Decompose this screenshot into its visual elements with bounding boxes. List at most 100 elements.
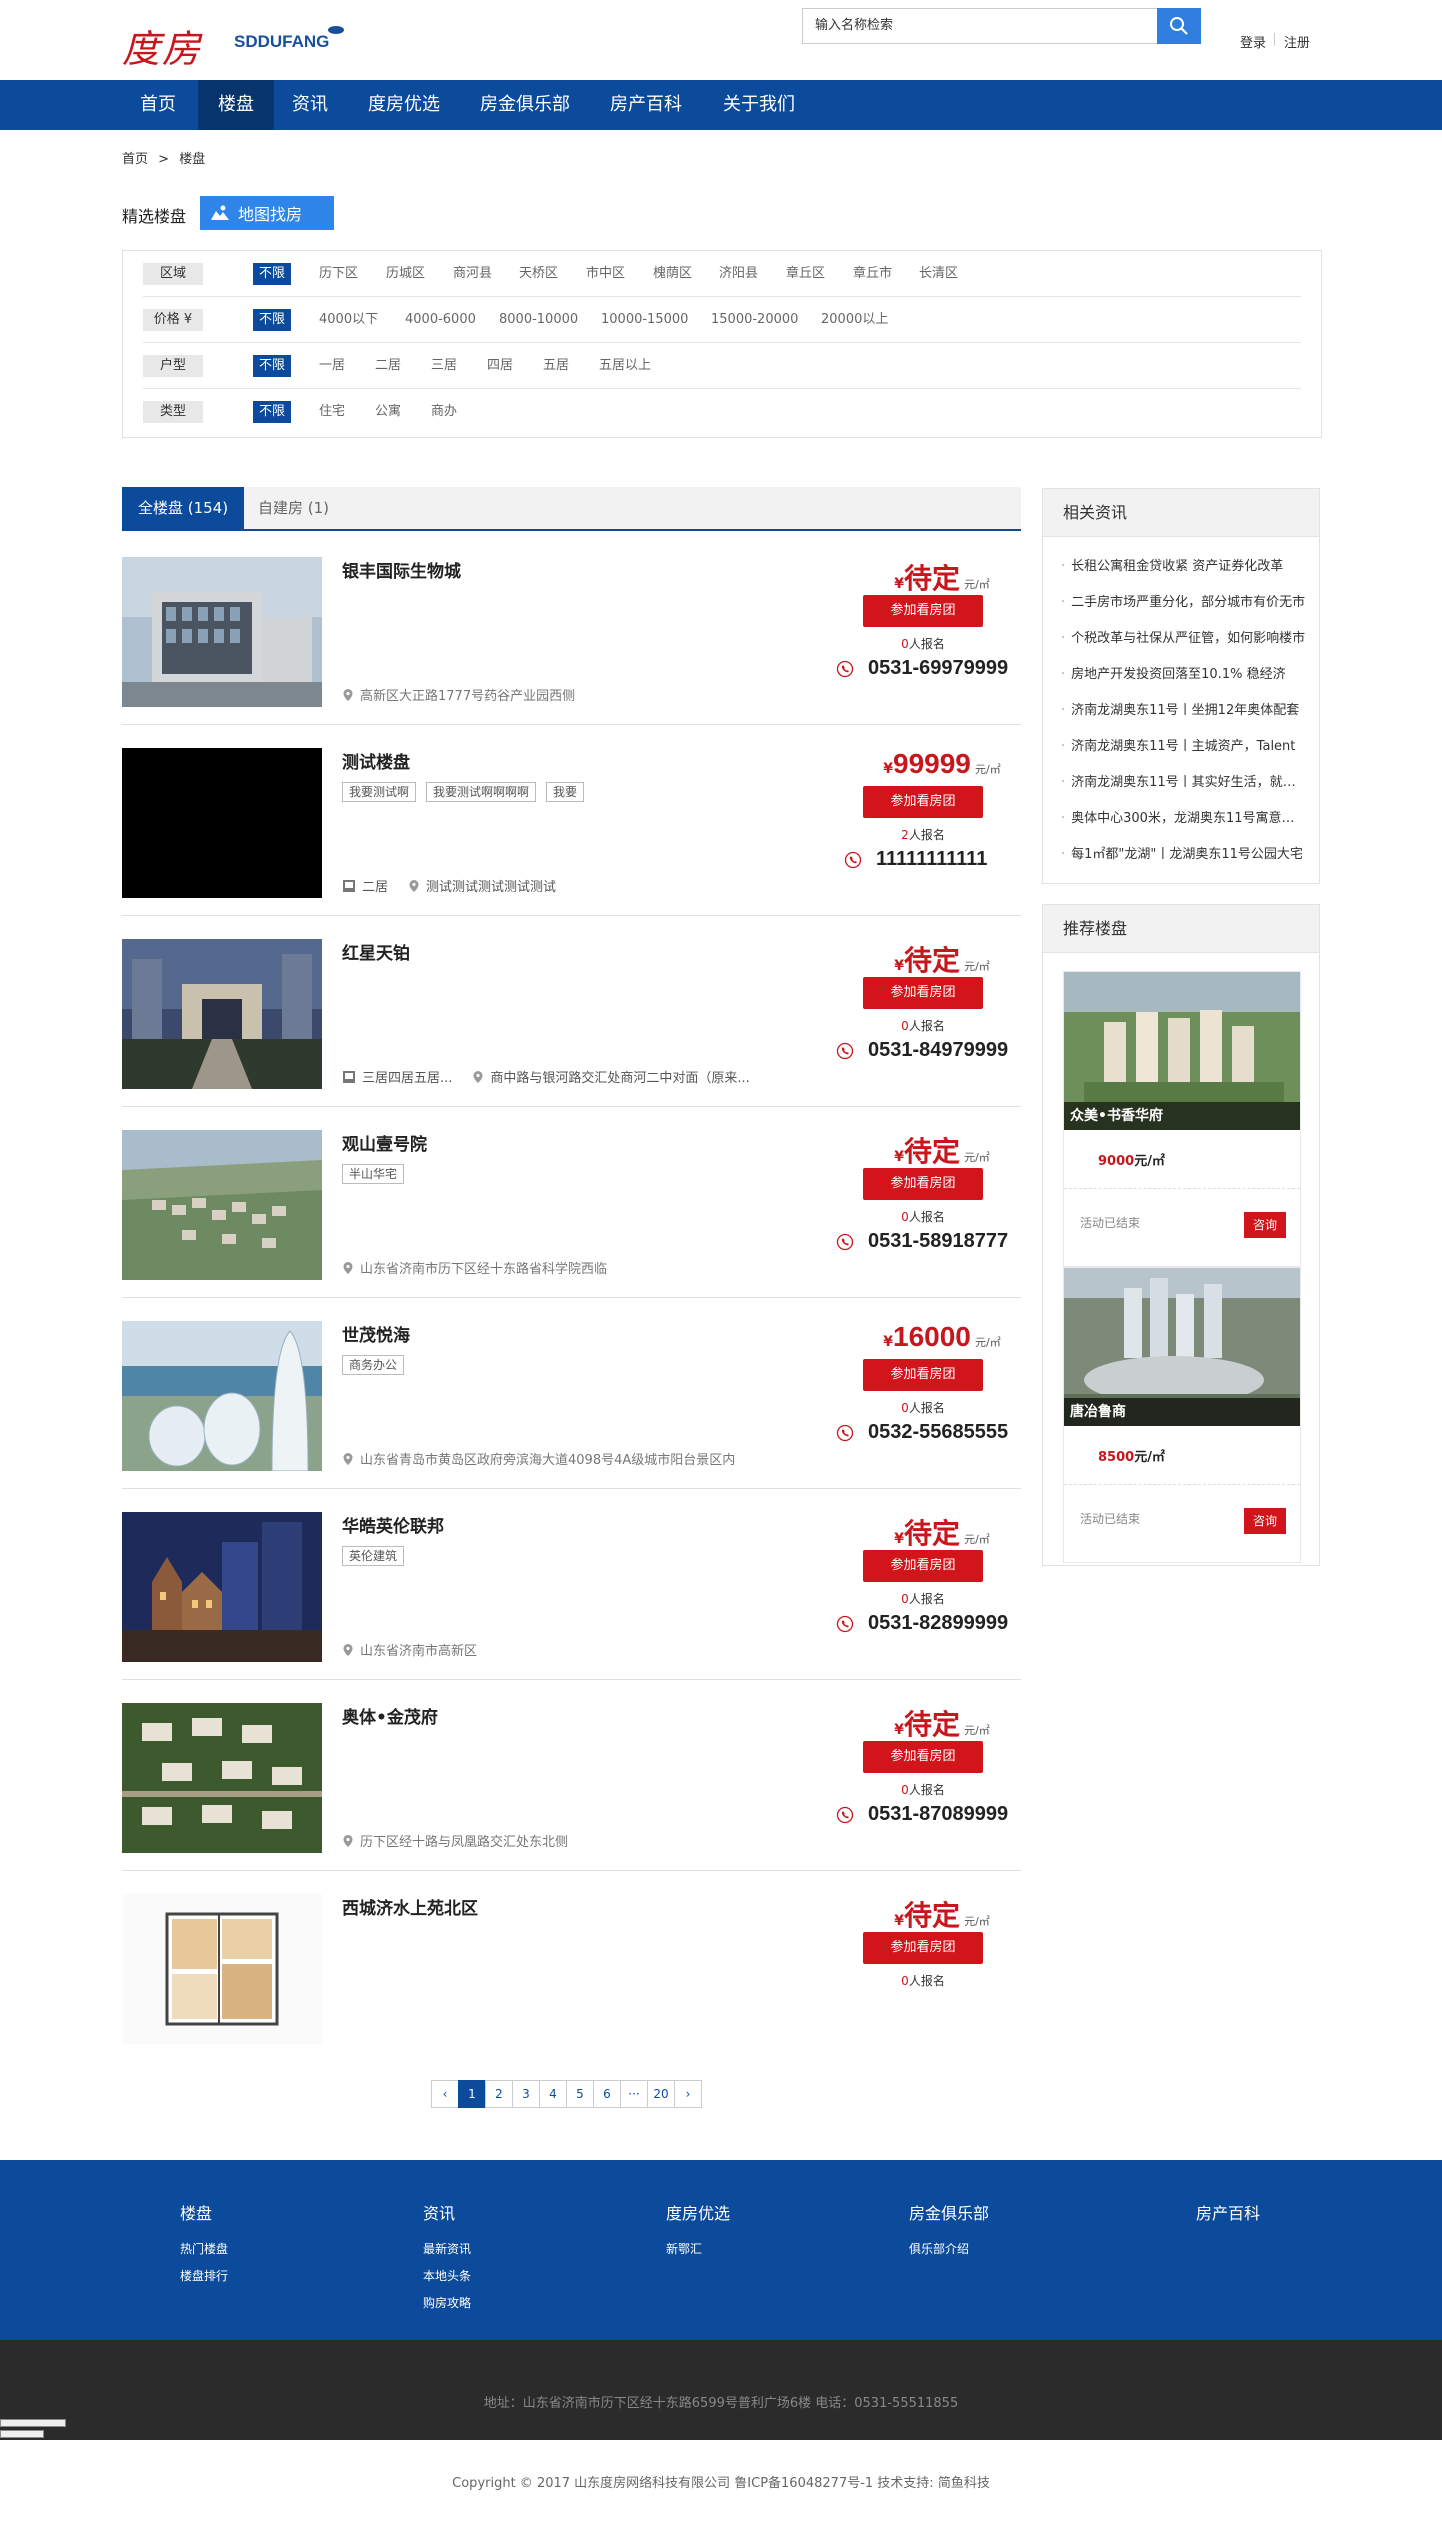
rec-card[interactable]: 唐冶鲁商 8500元/㎡ 活动已结束 咨询 [1063, 1267, 1301, 1563]
footer-heading[interactable]: 资讯 [423, 2200, 471, 2224]
filter-option[interactable]: 二居 [369, 355, 407, 377]
next-page-icon[interactable]: › [674, 2080, 702, 2108]
listing-name[interactable]: 银丰国际生物城 [342, 557, 461, 582]
page-link[interactable]: 20 [647, 2080, 675, 2108]
filter-option[interactable]: 历下区 [313, 263, 364, 285]
filter-option[interactable]: 4000-6000 [399, 309, 482, 331]
filter-option[interactable]: 五居以上 [593, 355, 657, 377]
page-link[interactable]: 1 [458, 2080, 486, 2108]
footer-link[interactable]: 热门楼盘 [180, 2240, 228, 2257]
join-tour-button[interactable]: 参加看房团 [863, 595, 983, 627]
filter-option[interactable]: 市中区 [580, 263, 631, 285]
footer-link[interactable]: 新鄂汇 [666, 2240, 730, 2257]
filter-option[interactable]: 五居 [537, 355, 575, 377]
nav-club[interactable]: 房金俱乐部 [460, 80, 590, 130]
news-item[interactable]: · 济南龙湖奥东11号丨主城资产，Talent [1061, 735, 1306, 754]
listing-image[interactable] [122, 1130, 322, 1280]
footer-heading[interactable]: 度房优选 [666, 2200, 730, 2224]
rec-name[interactable]: 众美•书香华府 [1064, 1102, 1300, 1130]
footer-heading[interactable]: 房金俱乐部 [909, 2200, 989, 2224]
filter-option[interactable]: 天桥区 [513, 263, 564, 285]
news-item[interactable]: · 二手房市场严重分化，部分城市有价无市 [1061, 591, 1306, 610]
prev-page-icon[interactable]: ‹ [431, 2080, 459, 2108]
rec-card[interactable]: 众美•书香华府 9000元/㎡ 活动已结束 咨询 [1063, 971, 1301, 1267]
search-button[interactable] [1157, 8, 1201, 44]
page-link[interactable]: ··· [620, 2080, 648, 2108]
filter-option[interactable]: 一居 [313, 355, 351, 377]
consult-button[interactable]: 咨询 [1244, 1508, 1286, 1534]
listing-name[interactable]: 测试楼盘 [342, 748, 410, 773]
news-item[interactable]: · 房地产开发投资回落至10.1% 稳经济 [1061, 663, 1306, 682]
filter-option[interactable]: 济阳县 [713, 263, 764, 285]
listing-name[interactable]: 奥体•金茂府 [342, 1703, 438, 1728]
listing-image[interactable] [122, 557, 322, 707]
filter-option[interactable]: 4000以下 [313, 309, 384, 331]
listing-name[interactable]: 观山壹号院 [342, 1130, 427, 1155]
nav-wiki[interactable]: 房产百科 [590, 80, 702, 130]
news-item[interactable]: · 济南龙湖奥东11号丨坐拥12年奥体配套 [1061, 699, 1306, 718]
nav-properties[interactable]: 楼盘 [198, 80, 274, 130]
page-link[interactable]: 2 [485, 2080, 513, 2108]
page-link[interactable]: 3 [512, 2080, 540, 2108]
map-search-button[interactable]: 地图找房 [200, 196, 334, 230]
join-tour-button[interactable]: 参加看房团 [863, 1550, 983, 1582]
register-link[interactable]: 注册 [1284, 32, 1310, 51]
filter-option[interactable]: 历城区 [380, 263, 431, 285]
page-link[interactable]: 6 [593, 2080, 621, 2108]
news-item[interactable]: · 个税改革与社保从严征管，如何影响楼市 [1061, 627, 1306, 646]
filter-option[interactable]: 20000以上 [815, 309, 894, 331]
tab-self-built[interactable]: 自建房 (1) [242, 487, 345, 529]
footer-link[interactable]: 最新资讯 [423, 2240, 471, 2257]
logo-english[interactable]: SDDUFANG [234, 32, 329, 52]
listing-name[interactable]: 世茂悦海 [342, 1321, 410, 1346]
filter-option[interactable]: 长清区 [913, 263, 964, 285]
login-link[interactable]: 登录 [1240, 32, 1266, 51]
nav-about[interactable]: 关于我们 [703, 80, 815, 130]
footer-heading[interactable]: 房产百科 [1196, 2200, 1260, 2224]
listing-image[interactable] [122, 1512, 322, 1662]
filter-option[interactable]: 章丘区 [780, 263, 831, 285]
rec-name[interactable]: 唐冶鲁商 [1064, 1398, 1300, 1426]
page-link[interactable]: 4 [539, 2080, 567, 2108]
page-link[interactable]: 5 [566, 2080, 594, 2108]
join-tour-button[interactable]: 参加看房团 [863, 1359, 983, 1391]
news-item[interactable]: · 奥体中心300米，龙湖奥东11号寓意美好 [1061, 807, 1306, 826]
widget-bar[interactable] [0, 2419, 66, 2427]
filter-option[interactable]: 不限 [253, 309, 292, 331]
nav-news[interactable]: 资讯 [272, 80, 348, 130]
footer-link[interactable]: 楼盘排行 [180, 2267, 228, 2284]
tab-all[interactable]: 全楼盘 (154) [122, 487, 245, 529]
listing-name[interactable]: 华皓英伦联邦 [342, 1512, 444, 1537]
listing-image[interactable] [122, 1703, 322, 1853]
news-item[interactable]: · 济南龙湖奥东11号丨其实好生活，就在身边 [1061, 771, 1306, 790]
footer-heading[interactable]: 楼盘 [180, 2200, 228, 2224]
consult-button[interactable]: 咨询 [1244, 1212, 1286, 1238]
join-tour-button[interactable]: 参加看房团 [863, 1168, 983, 1200]
filter-option[interactable]: 四居 [481, 355, 519, 377]
widget-bar[interactable] [0, 2430, 44, 2438]
join-tour-button[interactable]: 参加看房团 [863, 786, 983, 818]
footer-link[interactable]: 俱乐部介绍 [909, 2240, 989, 2257]
filter-option[interactable]: 商办 [425, 401, 463, 423]
join-tour-button[interactable]: 参加看房团 [863, 977, 983, 1009]
filter-option[interactable]: 商河县 [447, 263, 498, 285]
news-item[interactable]: · 每1㎡都"龙湖"丨龙湖奥东11号公园大宅 [1061, 843, 1306, 862]
filter-option[interactable]: 三居 [425, 355, 463, 377]
listing-image[interactable] [122, 748, 322, 898]
join-tour-button[interactable]: 参加看房团 [863, 1741, 983, 1773]
filter-option[interactable]: 章丘市 [847, 263, 898, 285]
listing-image[interactable] [122, 939, 322, 1089]
nav-home[interactable]: 首页 [120, 80, 196, 130]
filter-option[interactable]: 不限 [253, 355, 292, 377]
filter-option[interactable]: 不限 [253, 401, 292, 423]
filter-option[interactable]: 15000-20000 [705, 309, 804, 331]
nav-selected[interactable]: 度房优选 [348, 80, 460, 130]
filter-option[interactable]: 8000-10000 [493, 309, 584, 331]
news-item[interactable]: · 长租公寓租金贷收紧 资产证券化改革 [1061, 555, 1306, 574]
footer-link[interactable]: 购房攻略 [423, 2294, 471, 2311]
footer-link[interactable]: 本地头条 [423, 2267, 471, 2284]
breadcrumb-home[interactable]: 首页 [122, 152, 148, 167]
filter-option[interactable]: 公寓 [369, 401, 407, 423]
listing-name[interactable]: 红星天铂 [342, 939, 410, 964]
listing-name[interactable]: 西城济水上苑北区 [342, 1894, 478, 1919]
